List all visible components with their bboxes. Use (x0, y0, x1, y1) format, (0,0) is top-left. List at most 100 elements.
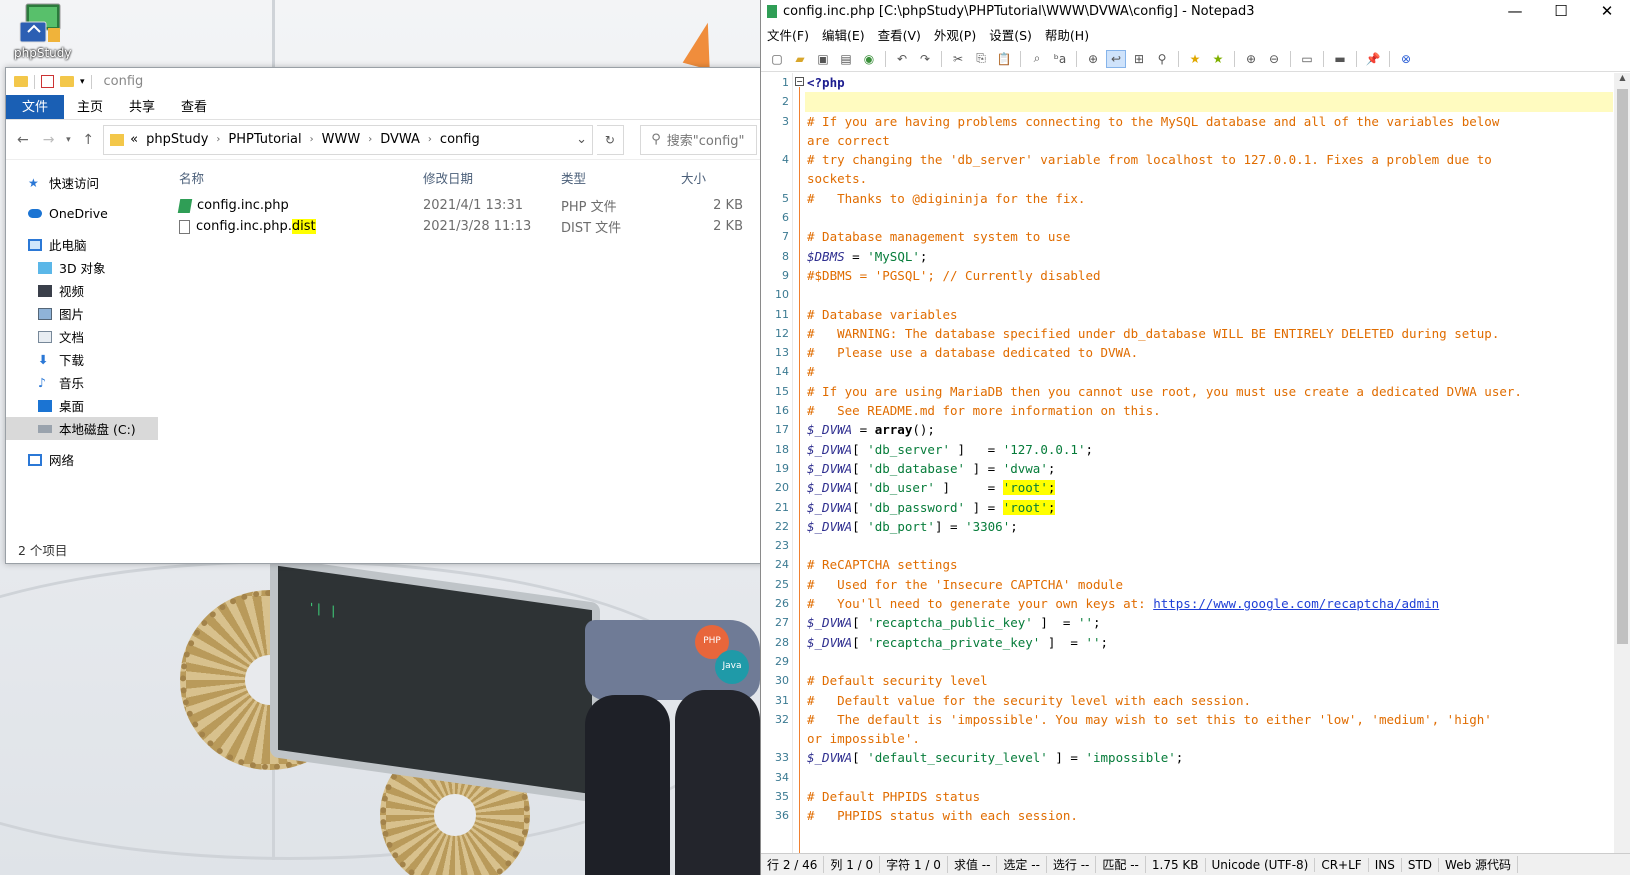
code-line[interactable]: 17 $_DVWA = array(); (775, 420, 1613, 439)
column-date[interactable]: 修改日期 (423, 168, 561, 187)
close-button[interactable]: ✕ (1584, 2, 1630, 20)
status-field[interactable]: 字符 1 / 0 (880, 856, 948, 873)
search-box[interactable]: ⚲ 搜索"config" (640, 124, 758, 155)
nav-music[interactable]: ♪ 音乐 (6, 371, 158, 394)
code-line[interactable]: 19 $_DVWA[ 'db_database' ] = 'dvwa'; (775, 459, 1613, 478)
breadcrumb-phpstudy[interactable]: phpStudy (146, 132, 208, 147)
code-line[interactable]: 31 # Default value for the security level… (775, 691, 1613, 710)
code-line[interactable]: 14 # (775, 362, 1613, 381)
desktop-icon-phpstudy[interactable]: phpStudy (14, 2, 72, 60)
scroll-up-icon[interactable]: ▲ (1614, 73, 1630, 82)
code-line[interactable]: 29 (775, 652, 1613, 671)
status-field[interactable]: Web 源代码 (1439, 856, 1519, 873)
code-line[interactable]: 35 # Default PHPIDS status (775, 787, 1613, 806)
nav-quick-access[interactable]: ★ 快速访问 (6, 171, 158, 194)
recent-locations-icon[interactable]: ▾ (64, 135, 74, 145)
code-line[interactable]: 1 <?php (782, 73, 1613, 92)
code-line[interactable]: 11 # Database variables (775, 305, 1613, 324)
scrollbar-thumb[interactable] (1617, 89, 1628, 644)
status-field[interactable]: 求值 -- (948, 856, 998, 873)
breadcrumb-www[interactable]: WWW (322, 132, 361, 147)
breadcrumb-config[interactable]: config (440, 132, 480, 147)
status-field[interactable]: INS (1369, 857, 1402, 872)
tab-share[interactable]: 共享 (116, 95, 168, 119)
replace-icon[interactable]: ᵇa (1050, 50, 1070, 68)
browse-icon[interactable]: ◉ (859, 50, 879, 68)
fold-toggle-icon[interactable]: − (795, 77, 804, 86)
minimize-button[interactable]: — (1492, 2, 1538, 20)
code-line[interactable]: 16 # See README.md for more information o… (775, 401, 1613, 420)
nav-videos[interactable]: 视频 (6, 279, 158, 302)
long-line-icon[interactable]: ⊞ (1129, 50, 1149, 68)
up-arrow-icon[interactable]: ↑ (77, 132, 99, 148)
nav-pictures[interactable]: 图片 (6, 302, 158, 325)
tab-home[interactable]: 主页 (64, 95, 116, 119)
nav-onedrive[interactable]: OneDrive (6, 202, 158, 225)
status-field[interactable]: 选定 -- (997, 856, 1047, 873)
exit-icon[interactable]: ⊗ (1396, 50, 1416, 68)
address-dropdown-icon[interactable]: ⌄ (572, 132, 592, 147)
nav-this-pc[interactable]: 此电脑 (6, 233, 158, 256)
word-wrap-icon[interactable]: ↩ (1106, 49, 1126, 68)
menu-appearance[interactable]: 外观(P) (934, 25, 976, 44)
redo-icon[interactable]: ↷ (915, 50, 935, 68)
new-icon[interactable]: ▢ (767, 50, 787, 68)
code-line[interactable]: 32 # The default is 'impossible'. You may… (775, 710, 1623, 729)
menu-settings[interactable]: 设置(S) (989, 25, 1032, 44)
maximize-button[interactable]: ☐ (1538, 2, 1584, 20)
code-line[interactable]: 18 $_DVWA[ 'db_server' ] = '127.0.0.1'; (775, 440, 1613, 459)
customize-icon[interactable]: ▬ (1330, 50, 1350, 68)
code-line[interactable]: 33 $_DVWA[ 'default_security_level' ] = '… (775, 748, 1613, 767)
status-field[interactable]: 列 1 / 0 (824, 856, 881, 873)
nav-downloads[interactable]: ⬇ 下载 (6, 348, 158, 371)
code-line[interactable]: 30 # Default security level (775, 671, 1613, 690)
code-line[interactable]: are correct (805, 131, 1613, 150)
zoom-in-icon[interactable]: ⊕ (1241, 50, 1261, 68)
code-line[interactable]: 12 # WARNING: The database specified unde… (775, 324, 1613, 343)
refresh-icon[interactable]: ↻ (596, 124, 625, 155)
cut-icon[interactable]: ✂ (948, 50, 968, 68)
code-line[interactable]: 8 $DBMS = 'MySQL'; (782, 247, 1613, 266)
status-field[interactable]: STD (1402, 857, 1440, 872)
tab-view[interactable]: 查看 (168, 95, 220, 119)
zoom-out-icon[interactable]: ⊖ (1264, 50, 1284, 68)
code-line[interactable]: 24 # ReCAPTCHA settings (775, 555, 1613, 574)
code-line[interactable]: 26 # You'll need to generate your own key… (775, 594, 1613, 613)
new-folder-icon[interactable] (60, 76, 74, 87)
code-line[interactable]: 3 # If you are having problems connecting… (782, 112, 1623, 131)
code-line[interactable]: 7 # Database management system to use (782, 227, 1613, 246)
menu-view[interactable]: 查看(V) (878, 25, 921, 44)
paste-icon[interactable]: 📋 (994, 50, 1014, 68)
chevron-down-icon[interactable]: ▾ (80, 77, 85, 87)
breadcrumb-overflow[interactable]: « (130, 132, 138, 147)
code-line[interactable]: 21 $_DVWA[ 'db_password' ] = 'root'; (775, 498, 1613, 517)
address-bar[interactable]: « phpStudy › PHPTutorial › WWW › DVWA › … (103, 124, 593, 155)
breadcrumb-phptutorial[interactable]: PHPTutorial (228, 132, 301, 147)
search-next-icon[interactable]: ⚲ (1152, 50, 1172, 68)
file-row[interactable]: config.inc.php.dist 2021/3/28 11:13 DIST… (171, 216, 763, 237)
forward-arrow-icon[interactable]: → (38, 132, 60, 148)
file-row[interactable]: config.inc.php 2021/4/1 13:31 PHP 文件 2 K… (171, 195, 763, 216)
nav-local-disk-c[interactable]: 本地磁盘 (C:) (6, 417, 158, 440)
copy-icon[interactable]: ⎘ (971, 50, 991, 68)
code-text[interactable]: 1 <?php 2 3 # If you are having problems con… (775, 73, 1623, 853)
code-line[interactable]: 22 $_DVWA[ 'db_port'] = '3306'; (775, 517, 1613, 536)
code-line[interactable]: 25 # Used for the 'Insecure CAPTCHA' modu… (775, 575, 1613, 594)
code-line[interactable]: 23 (775, 536, 1613, 555)
status-field[interactable]: 匹配 -- (1096, 856, 1146, 873)
scheme-icon[interactable]: ▭ (1297, 50, 1317, 68)
code-editor[interactable]: − 1 <?php 2 3 # If you are having problems c… (761, 73, 1630, 853)
code-line[interactable]: or impossible'. (805, 729, 1613, 748)
undo-icon[interactable]: ↶ (892, 50, 912, 68)
find-icon[interactable]: ⌕ (1027, 50, 1047, 68)
code-line[interactable]: 9 #$DBMS = 'PGSQL'; // Currently disabled (782, 266, 1613, 285)
tab-file[interactable]: 文件 (6, 95, 65, 119)
zoom-icon[interactable]: ⊕ (1083, 50, 1103, 68)
pin-icon[interactable]: 📌 (1363, 50, 1383, 68)
code-line[interactable]: 10 (775, 285, 1613, 304)
column-type[interactable]: 类型 (561, 168, 671, 187)
code-line[interactable]: 4 # try changing the 'db_server' variable… (782, 150, 1623, 169)
menu-edit[interactable]: 编辑(E) (822, 25, 865, 44)
menu-file[interactable]: 文件(F) (767, 25, 809, 44)
status-field[interactable]: 选行 -- (1047, 856, 1097, 873)
